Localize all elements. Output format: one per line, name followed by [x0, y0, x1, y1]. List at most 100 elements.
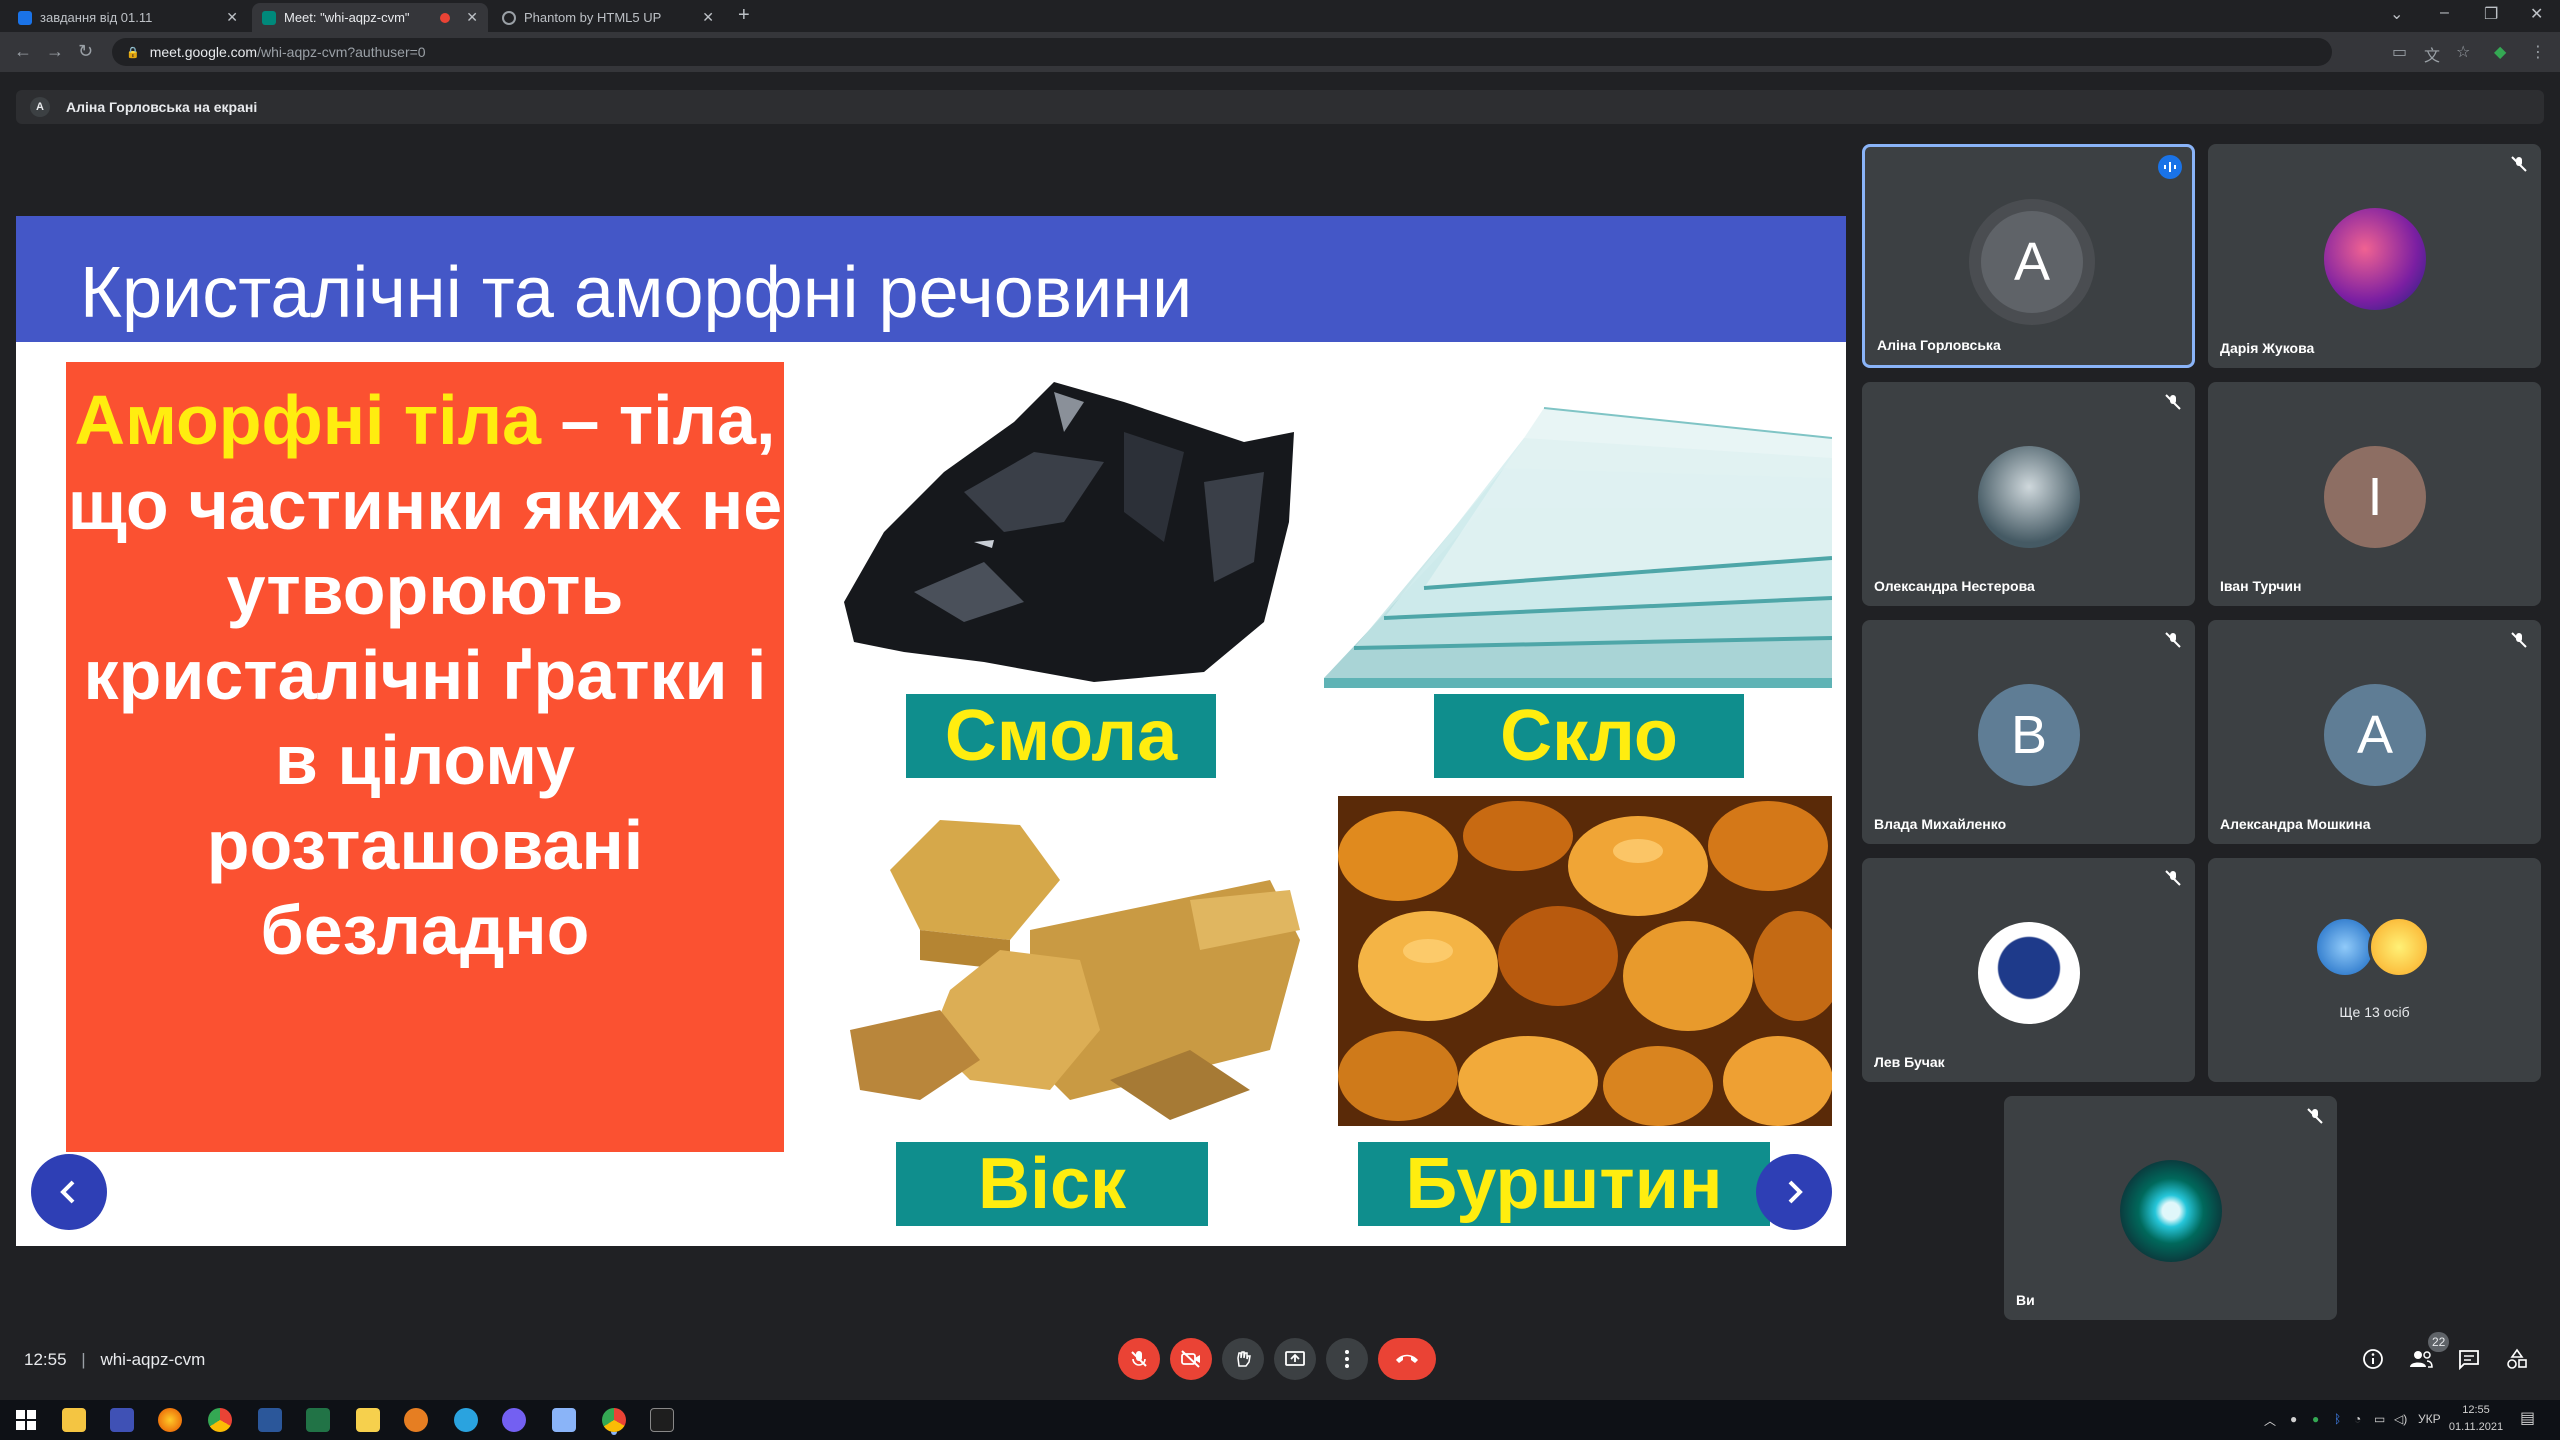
- terminal-icon[interactable]: [650, 1408, 674, 1432]
- close-window-button[interactable]: ✕: [2530, 4, 2543, 24]
- tray-chevron-icon[interactable]: ︿: [2264, 1412, 2276, 1429]
- presenter-avatar: A: [30, 97, 50, 117]
- definition-highlight: Аморфні тіла: [74, 381, 542, 459]
- participant-tile-daria[interactable]: Дарія Жукова: [2208, 144, 2541, 368]
- participant-tile-alina[interactable]: A Аліна Горловська: [1862, 144, 2195, 368]
- tab-phantom[interactable]: Phantom by HTML5 UP ✕: [492, 3, 724, 32]
- tab-label: Phantom by HTML5 UP: [524, 10, 662, 25]
- participant-tile-self[interactable]: Ви: [2004, 1096, 2337, 1320]
- sponge-avatar-icon: [2368, 916, 2430, 978]
- circuit-avatar-icon: [2120, 1160, 2222, 1262]
- chevron-right-icon: [1788, 1180, 1803, 1204]
- url-host: meet.google.com: [149, 44, 258, 60]
- globe-icon: [502, 10, 516, 25]
- tab-meet[interactable]: Meet: "whi-aqpz-cvm" ✕: [252, 3, 488, 32]
- meeting-details-button[interactable]: [2358, 1344, 2388, 1374]
- url-path: /whi-aqpz-cvm?authuser=0: [257, 44, 426, 60]
- slide-next-button[interactable]: [1756, 1154, 1832, 1230]
- shared-slide: Кристалічні та аморфні речовини Аморфні …: [16, 216, 1846, 1246]
- minimize-button[interactable]: –: [2440, 4, 2449, 22]
- back-icon[interactable]: ←: [14, 41, 32, 62]
- participant-tile-lev[interactable]: Лев Бучак: [1862, 858, 2195, 1082]
- viber-icon[interactable]: [502, 1408, 526, 1432]
- present-screen-button[interactable]: [1274, 1338, 1316, 1380]
- close-tab-icon[interactable]: ✕: [226, 9, 238, 26]
- windows-taskbar: ︿ ● ● ᛒ ◔ ▭ ◁) УКР 12:55 01.11.2021 ▤: [0, 1400, 2560, 1440]
- mic-off-icon: [2307, 1108, 2323, 1124]
- slide-prev-button[interactable]: [31, 1154, 107, 1230]
- new-tab-button[interactable]: +: [738, 4, 750, 27]
- speaking-indicator-icon: [2158, 155, 2182, 179]
- glass-image: [1324, 378, 1832, 698]
- clock[interactable]: 12:55 01.11.2021: [2444, 1402, 2508, 1436]
- mic-toggle-button[interactable]: [1118, 1338, 1160, 1380]
- word-icon[interactable]: [258, 1408, 282, 1432]
- more-vert-icon: [1345, 1350, 1349, 1368]
- close-tab-icon[interactable]: ✕: [466, 9, 478, 26]
- presentation-banner: A Аліна Горловська на екрані: [16, 90, 2544, 124]
- meet-control-bar: 12:55 | whi-aqpz-cvm 22: [0, 1320, 2560, 1400]
- avatar: I: [2324, 446, 2426, 548]
- forward-icon[interactable]: →: [46, 41, 64, 62]
- address-bar-area: ← → ↻ 🔒 meet.google.com /whi-aqpz-cvm?au…: [0, 32, 2560, 72]
- clock-time: 12:55: [2462, 1404, 2490, 1416]
- activities-button[interactable]: [2502, 1344, 2532, 1374]
- url-field[interactable]: 🔒 meet.google.com /whi-aqpz-cvm?authuser…: [112, 38, 2332, 66]
- tab-search-icon[interactable]: ⌄: [2390, 4, 2403, 24]
- participant-tile-aleksandra[interactable]: A Александра Мошкина: [2208, 620, 2541, 844]
- participant-tile-oleksandra[interactable]: Олександра Нестерова: [1862, 382, 2195, 606]
- notes-app-icon[interactable]: [356, 1408, 380, 1432]
- wax-image: [830, 800, 1320, 1140]
- meeting-time: 12:55: [24, 1350, 67, 1369]
- browser-tab-bar: завдання від 01.11 ✕ Meet: "whi-aqpz-cvm…: [0, 0, 2560, 32]
- battery-icon: ▭: [2374, 1412, 2386, 1426]
- lion-avatar-icon: [2324, 208, 2426, 310]
- telegram-icon[interactable]: [454, 1408, 478, 1432]
- chat-button[interactable]: [2454, 1344, 2484, 1374]
- settings-gear-icon[interactable]: [404, 1408, 428, 1432]
- amber-image: [1338, 796, 1832, 1126]
- chrome-icon[interactable]: [208, 1408, 232, 1432]
- participant-tile-vlada[interactable]: B Влада Михайленко: [1862, 620, 2195, 844]
- restore-button[interactable]: ❐: [2484, 4, 2498, 24]
- hand-icon: [1237, 1351, 1251, 1367]
- windows-start-icon[interactable]: [14, 1408, 38, 1432]
- keyboard-language[interactable]: УКР: [2418, 1412, 2441, 1426]
- slide-header: Кристалічні та аморфні речовини: [16, 216, 1846, 342]
- participant-tile-ivan[interactable]: I Іван Турчин: [2208, 382, 2541, 606]
- meet-favicon-icon: [262, 10, 276, 25]
- activities-icon: [2507, 1348, 2527, 1369]
- avatar: A: [1981, 211, 2083, 313]
- ninja-avatar-icon: [1978, 922, 2080, 1024]
- reload-icon[interactable]: ↻: [78, 41, 93, 62]
- browser-menu-icon[interactable]: ⋮: [2530, 42, 2546, 62]
- close-tab-icon[interactable]: ✕: [702, 9, 714, 26]
- more-participants-tile[interactable]: Ще 13 осіб: [2208, 858, 2541, 1082]
- tab-assignment[interactable]: завдання від 01.11 ✕: [8, 3, 248, 32]
- bookmark-star-icon[interactable]: ☆: [2456, 42, 2470, 62]
- notifications-icon[interactable]: ▤: [2520, 1408, 2535, 1428]
- more-options-button[interactable]: [1326, 1338, 1368, 1380]
- definition-box: Аморфні тіла – тіла, що частинки яких не…: [66, 362, 784, 1152]
- participant-name: Олександра Нестерова: [1874, 578, 2035, 594]
- chrome-active-icon[interactable]: [602, 1408, 626, 1432]
- excel-icon[interactable]: [306, 1408, 330, 1432]
- mic-off-icon: [1131, 1351, 1147, 1367]
- classroom-favicon-icon: [18, 10, 32, 25]
- file-explorer-icon[interactable]: [62, 1408, 86, 1432]
- camera-toggle-button[interactable]: [1170, 1338, 1212, 1380]
- chevron-left-icon: [60, 1180, 75, 1204]
- camera-in-use-icon[interactable]: ▭: [2392, 42, 2407, 62]
- leave-call-button[interactable]: [1378, 1338, 1436, 1380]
- firefox-icon[interactable]: [158, 1408, 182, 1432]
- tab-label: Meet: "whi-aqpz-cvm": [284, 10, 410, 25]
- translate-icon[interactable]: 文: [2424, 42, 2440, 66]
- mic-off-icon: [2165, 632, 2181, 648]
- slide-title: Кристалічні та аморфні речовини: [80, 253, 1193, 333]
- wifi-icon: ◔: [2354, 1412, 2362, 1426]
- app-icon[interactable]: [552, 1408, 576, 1432]
- participant-name: Аліна Горловська: [1877, 337, 2001, 353]
- extension-icon[interactable]: ◆: [2494, 42, 2506, 62]
- floppy-disk-icon[interactable]: [110, 1408, 134, 1432]
- raise-hand-button[interactable]: [1222, 1338, 1264, 1380]
